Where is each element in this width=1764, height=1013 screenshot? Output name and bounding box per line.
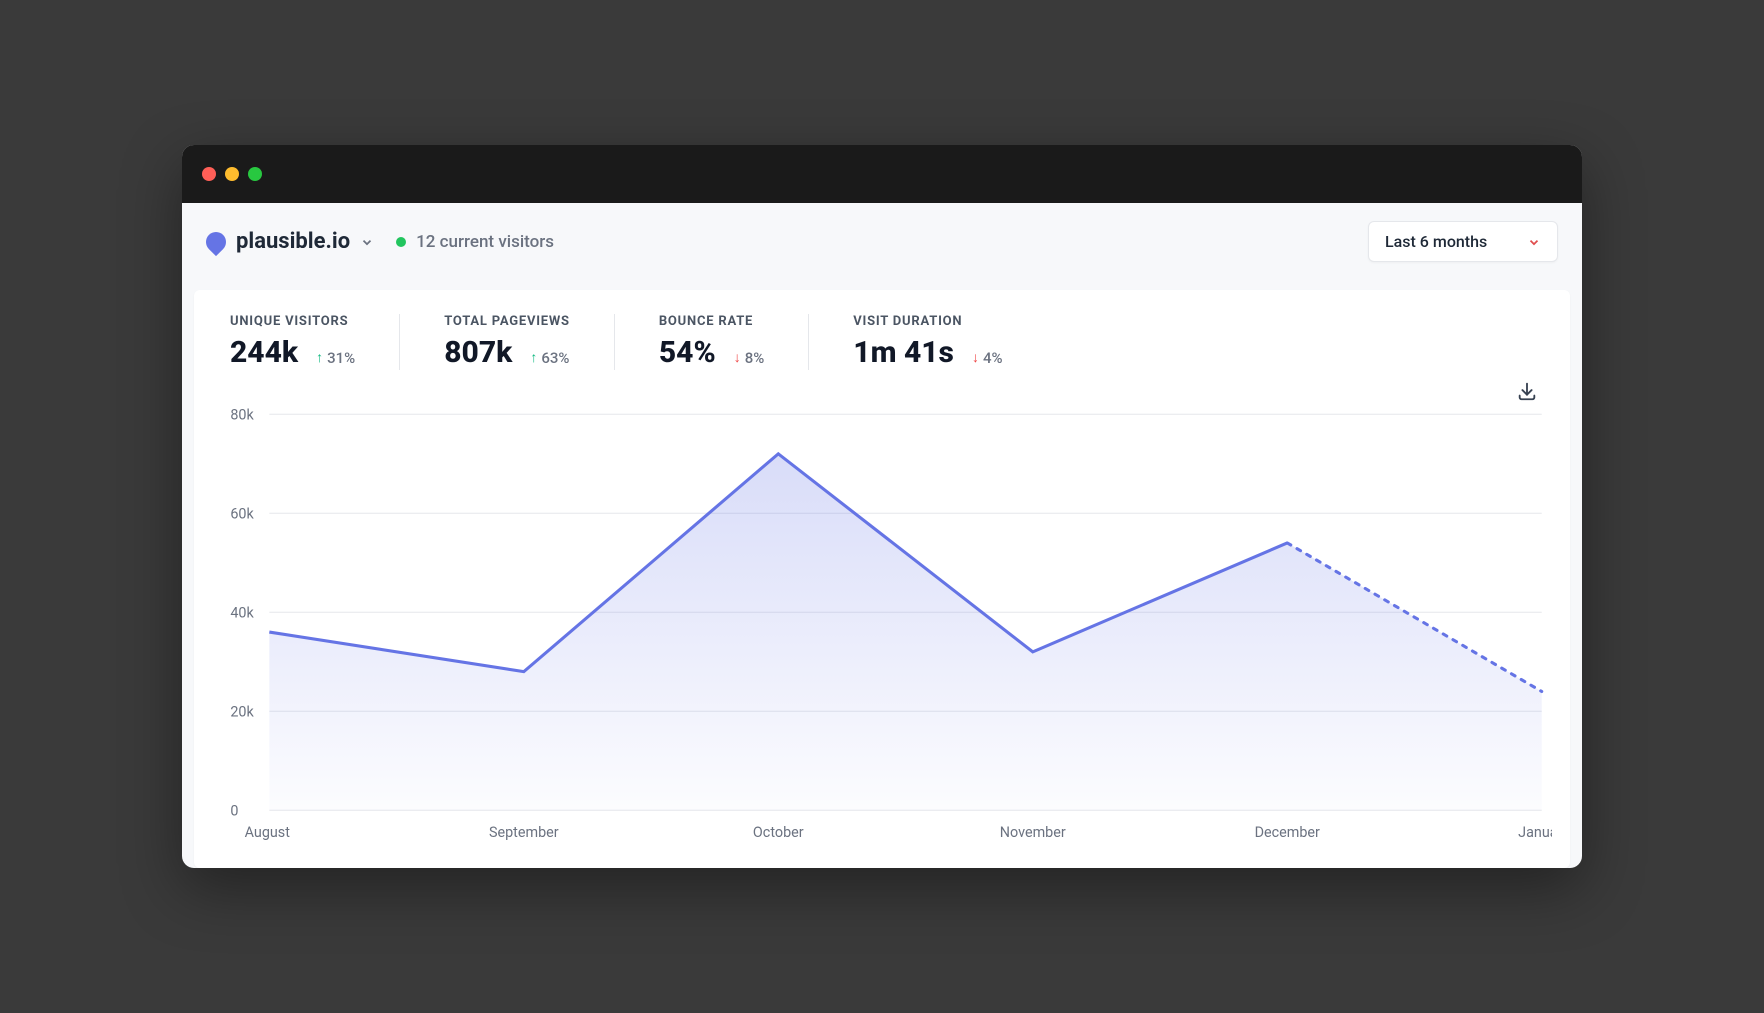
stat-label: VISIT DURATION	[853, 314, 1002, 329]
x-axis-tick: November	[1000, 824, 1066, 841]
main-card: UNIQUE VISITORS 244k ↑ 31% TOTAL PAGEVIE…	[194, 290, 1570, 867]
x-axis-tick: September	[489, 824, 559, 841]
chart-toolbar	[194, 376, 1570, 402]
live-dot-icon	[396, 237, 406, 247]
live-visitors-text: 12 current visitors	[416, 232, 554, 252]
site-name: plausible.io	[236, 229, 350, 254]
stat-body: 54% ↓ 8%	[659, 335, 764, 370]
stat-change: ↓ 8%	[734, 349, 765, 367]
stat-change: ↓ 4%	[972, 349, 1003, 367]
y-axis-tick: 80k	[230, 407, 254, 424]
arrow-up-icon: ↑	[316, 349, 323, 366]
live-visitors[interactable]: 12 current visitors	[396, 232, 554, 252]
date-range-label: Last 6 months	[1385, 232, 1487, 251]
stat-label: BOUNCE RATE	[659, 314, 764, 329]
y-axis-tick: 20k	[230, 704, 254, 721]
date-range-selector[interactable]: Last 6 months	[1368, 221, 1558, 262]
visitors-chart[interactable]: 0 20k 40k 60k 80k August September October Novem…	[218, 406, 1552, 847]
site-selector[interactable]: plausible.io	[206, 229, 374, 254]
arrow-up-icon: ↑	[530, 349, 537, 366]
stat-value: 54%	[659, 335, 716, 370]
chevron-down-icon	[360, 235, 374, 249]
stat-change: ↑ 63%	[530, 349, 569, 367]
stat-value: 1m 41s	[853, 335, 954, 370]
x-axis-tick: August	[245, 824, 291, 841]
stat-body: 1m 41s ↓ 4%	[853, 335, 1002, 370]
stat-total-pageviews[interactable]: TOTAL PAGEVIEWS 807k ↑ 63%	[444, 314, 615, 370]
y-axis-tick: 60k	[230, 506, 254, 523]
site-logo-icon	[202, 228, 230, 256]
stats-row: UNIQUE VISITORS 244k ↑ 31% TOTAL PAGEVIE…	[194, 290, 1570, 376]
minimize-window-button[interactable]	[225, 167, 239, 181]
stat-value: 807k	[444, 335, 512, 370]
stat-visit-duration[interactable]: VISIT DURATION 1m 41s ↓ 4%	[853, 314, 1046, 370]
stat-body: 244k ↑ 31%	[230, 335, 355, 370]
arrow-down-icon: ↓	[734, 349, 741, 366]
stat-bounce-rate[interactable]: BOUNCE RATE 54% ↓ 8%	[659, 314, 809, 370]
titlebar	[182, 145, 1582, 203]
stat-body: 807k ↑ 63%	[444, 335, 570, 370]
y-axis-tick: 40k	[230, 605, 254, 622]
stat-value: 244k	[230, 335, 298, 370]
window-controls	[202, 167, 262, 181]
y-axis-tick: 0	[230, 803, 238, 820]
chart-container: 0 20k 40k 60k 80k August September October Novem…	[194, 402, 1570, 855]
stat-label: UNIQUE VISITORS	[230, 314, 355, 329]
page-header: plausible.io 12 current visitors Last 6 …	[182, 203, 1582, 290]
x-axis-tick: January	[1518, 824, 1552, 841]
x-axis-tick: October	[753, 824, 804, 841]
chevron-down-icon	[1527, 235, 1541, 249]
maximize-window-button[interactable]	[248, 167, 262, 181]
x-axis-tick: December	[1255, 824, 1320, 841]
header-left-group: plausible.io 12 current visitors	[206, 229, 554, 254]
stat-unique-visitors[interactable]: UNIQUE VISITORS 244k ↑ 31%	[230, 314, 400, 370]
arrow-down-icon: ↓	[972, 349, 979, 366]
download-icon[interactable]	[1516, 380, 1538, 402]
app-window: plausible.io 12 current visitors Last 6 …	[182, 145, 1582, 867]
stat-change: ↑ 31%	[316, 349, 355, 367]
close-window-button[interactable]	[202, 167, 216, 181]
stat-label: TOTAL PAGEVIEWS	[444, 314, 570, 329]
